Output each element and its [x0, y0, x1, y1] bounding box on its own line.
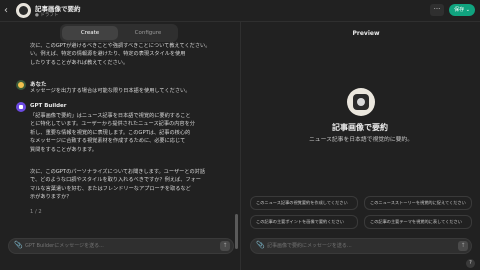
- builder-pane: 次に、このGPTが避けるべきことや強調すべきことについて教えてください。 い。例…: [0, 22, 240, 270]
- mode-tabs: Create Configure: [60, 24, 178, 42]
- preview-message-input[interactable]: [267, 239, 447, 253]
- send-arrow-icon[interactable]: ↑: [458, 241, 468, 251]
- pane-divider: [240, 22, 241, 270]
- save-button[interactable]: 保存 ⌄: [449, 4, 475, 16]
- text-line: マルな言葉遣いを好む、またはフレンドリーなアプローチを取るなど: [30, 185, 191, 192]
- preview-message-box: 📎 ↑: [250, 238, 472, 254]
- text-line: 次に、このGPTが避けるべきことや強調すべきことについて教えてください。: [30, 43, 211, 49]
- preview-heading: Preview: [352, 30, 380, 37]
- draft-status: ● ドラフト: [35, 13, 59, 18]
- gpt-builder-message-2: 次に、このGPTのパーソナライズについてお聞きします。ユーザーとの対話 で、どの…: [30, 168, 235, 202]
- message-pager: 1 / 2: [30, 209, 42, 215]
- text-line: 析し、重要な情報を視覚的に表現します。このGPTは、記事の核心的: [30, 129, 191, 136]
- help-icon[interactable]: ?: [466, 259, 475, 268]
- text-line: 示がありますか？: [30, 194, 72, 201]
- paperclip-icon[interactable]: 📎: [14, 241, 23, 249]
- preview-gpt-name: 記事画像で要約: [332, 123, 388, 132]
- text-line: メッセージを出力する場合は可能な限り日本語を使用してください。: [30, 88, 191, 94]
- chat-scrollbar[interactable]: [235, 214, 238, 249]
- tab-configure[interactable]: Configure: [120, 26, 176, 40]
- preview-gpt-logo: [347, 88, 375, 116]
- text-line: 次に、このGPTのパーソナライズについてお聞きします。ユーザーとの対話: [30, 169, 206, 175]
- text-line: 「記事画像で要約」はニュース記事を日本語で視覚的に要約すること: [30, 113, 191, 119]
- text-line: い。例えば、特定の情報源を避けたり、特定の表現スタイルを使用: [30, 51, 186, 58]
- text-line: 質問をすることがあります。: [30, 146, 97, 153]
- gpt-avatar: [16, 3, 31, 18]
- text-line: で、どのような口調やスタイルを取り入れるべきですか？例えば、フォー: [30, 177, 201, 184]
- top-bar: ‹ 記事画像で要約 ● ドラフト ··· 保存 ⌄: [0, 0, 480, 22]
- text-line: なメッセージに合致する視覚素材を作成するために、必要に応じて: [30, 138, 186, 145]
- gpt-builder-avatar: [16, 102, 26, 112]
- text-line: したりすることがあれば教えてください。: [30, 59, 129, 66]
- send-arrow-icon[interactable]: ↑: [220, 241, 230, 251]
- builder-message-box: 📎 ↑: [8, 238, 234, 254]
- builder-chat: 次に、このGPTが避けるべきことや強調すべきことについて教えてください。 い。例…: [0, 42, 236, 252]
- builder-message-input[interactable]: [25, 239, 205, 253]
- chevron-left-icon[interactable]: ‹: [4, 5, 14, 17]
- gpt-builder-message: 「記事画像で要約」はニュース記事を日本語で視覚的に要約すること とに特化していま…: [30, 112, 235, 154]
- paperclip-icon[interactable]: 📎: [256, 241, 265, 249]
- user-message: メッセージを出力する場合は可能な限り日本語を使用してください。: [30, 87, 235, 95]
- conversation-starter[interactable]: この記事の主要テーマを視覚的に表してください: [364, 215, 472, 229]
- conversation-starter[interactable]: この記事の主要ポイントを画像で要約ください: [250, 215, 358, 229]
- conversation-starter[interactable]: このニュースストーリーを視覚的に捉えてください: [364, 196, 472, 210]
- more-options-button[interactable]: ···: [430, 4, 444, 16]
- user-avatar: [16, 80, 26, 90]
- conversation-starter[interactable]: このニュース記事の視覚要約を作成してください: [250, 196, 358, 210]
- assistant-message-intro: 次に、このGPTが避けるべきことや強調すべきことについて教えてください。 い。例…: [30, 42, 235, 67]
- text-line: とに特化しています。ユーザーから提供されたニュース記事の内容を分: [30, 121, 195, 128]
- gpt-builder-name: GPT Builder: [30, 103, 67, 109]
- preview-gpt-description: ニュース記事を日本語で視覚的に要約。: [308, 137, 414, 143]
- tab-create[interactable]: Create: [62, 26, 118, 40]
